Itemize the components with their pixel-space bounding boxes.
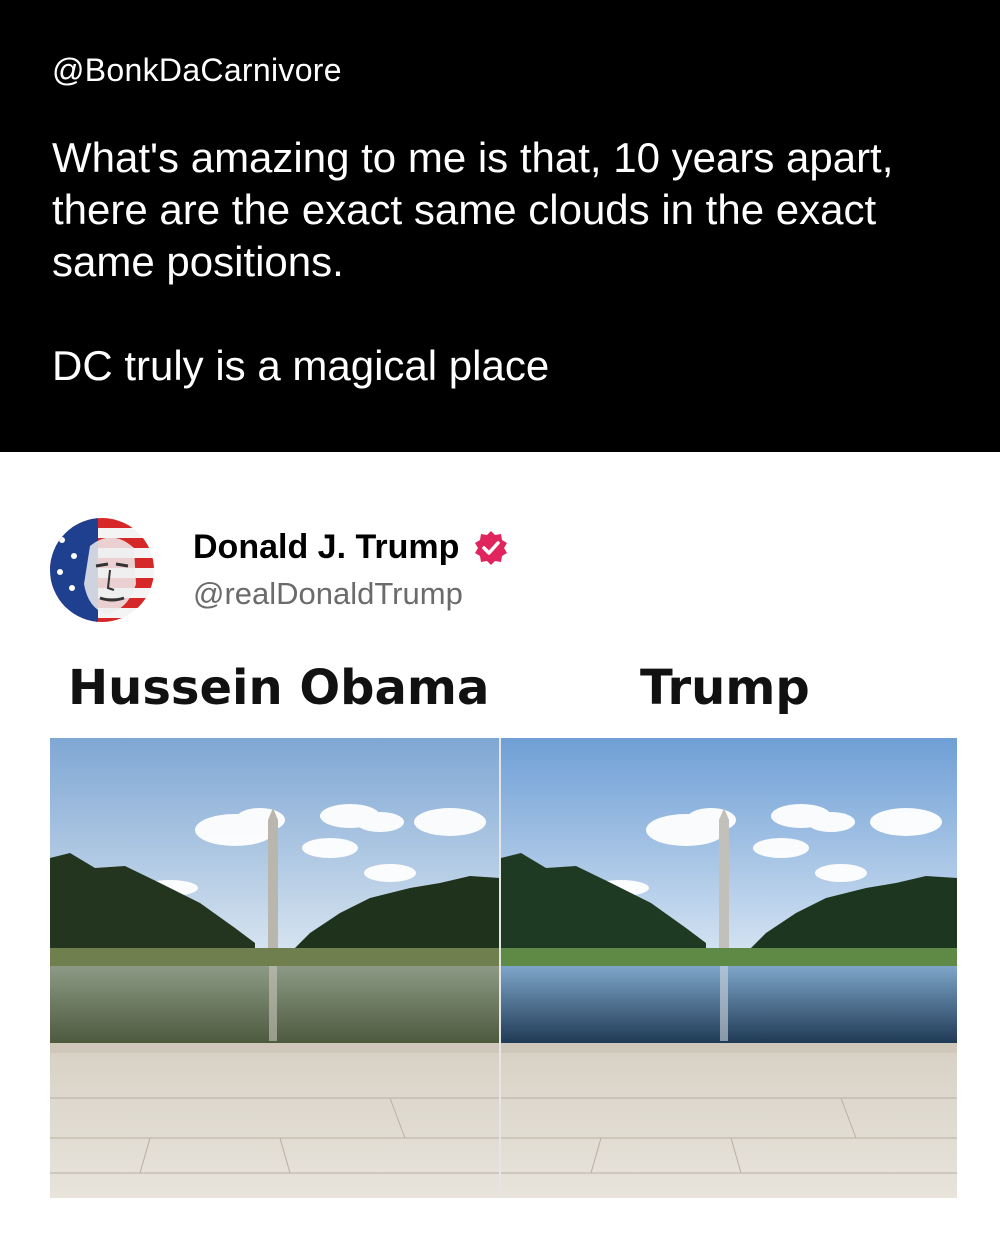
post-text: What's amazing to me is that, 10 years a… — [52, 132, 982, 392]
author-handle-secondary[interactable]: @realDonaldTrump — [193, 576, 463, 612]
photo-label-left: Hussein Obama — [68, 660, 490, 716]
photo-label-right: Trump — [640, 660, 810, 716]
avatar[interactable] — [50, 518, 154, 622]
photo-left-reflecting-pool — [50, 738, 500, 1198]
author-name-row: Donald J. Trump — [193, 528, 509, 567]
author-name[interactable]: Donald J. Trump — [193, 528, 459, 567]
avatar-portrait-icon — [50, 518, 154, 622]
post-text-line-1: What's amazing to me is that, 10 years a… — [52, 134, 894, 285]
author-handle[interactable]: @BonkDaCarnivore — [52, 52, 342, 89]
verified-badge-icon — [475, 530, 508, 565]
post-text-line-2: DC truly is a magical place — [52, 342, 550, 389]
caption-panel: @BonkDaCarnivore What's amazing to me is… — [0, 0, 1000, 452]
photo-right-reflecting-pool — [501, 738, 957, 1198]
